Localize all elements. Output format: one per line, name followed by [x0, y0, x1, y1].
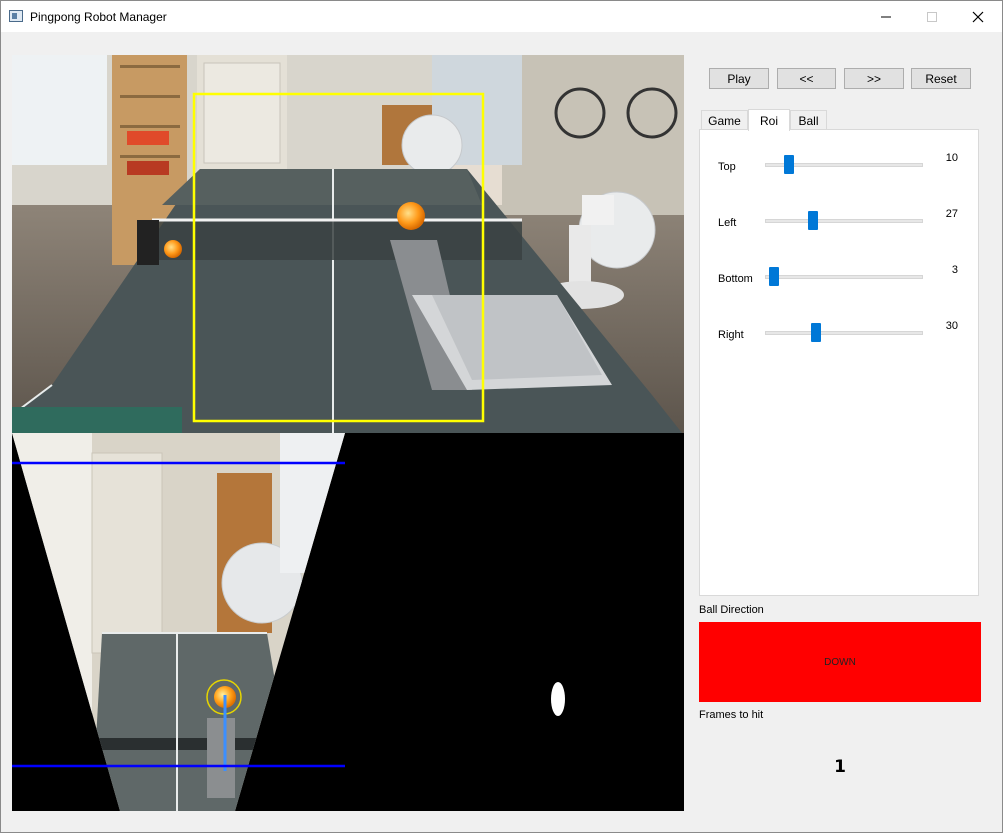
slider-thumb[interactable]	[810, 323, 821, 342]
ball-direction-label: Ball Direction	[699, 604, 764, 616]
maximize-icon	[927, 11, 937, 22]
ball-mask-blob	[551, 682, 565, 716]
slider-value: 3	[951, 264, 958, 276]
slider-track[interactable]	[765, 275, 923, 279]
frames-to-hit-label: Frames to hit	[699, 709, 764, 721]
close-button[interactable]	[955, 1, 1001, 32]
roi-slider-top: Top 10	[700, 152, 980, 192]
video-display	[12, 55, 684, 811]
camera-view	[12, 55, 684, 433]
slider-thumb[interactable]	[769, 267, 780, 286]
warped-view	[12, 433, 684, 811]
frames-to-hit-value: 1	[834, 757, 846, 777]
app-window: Pingpong Robot Manager Play << >> Reset …	[0, 0, 1003, 833]
ball-direction-indicator: DOWN	[699, 622, 981, 702]
tab-game[interactable]: Game	[701, 110, 748, 130]
tab-ball[interactable]: Ball	[790, 110, 827, 130]
slider-thumb[interactable]	[807, 211, 818, 230]
app-window-icon	[9, 10, 23, 22]
window-title: Pingpong Robot Manager	[30, 10, 167, 24]
slider-track[interactable]	[765, 219, 923, 223]
slider-thumb[interactable]	[784, 155, 795, 174]
roi-slider-bottom: Bottom 3	[700, 264, 980, 304]
play-button[interactable]: Play	[709, 68, 769, 89]
minimize-icon	[881, 16, 891, 17]
slider-label: Bottom	[718, 273, 753, 285]
slider-track[interactable]	[765, 331, 923, 335]
roi-slider-right: Right 30	[700, 320, 980, 360]
minimize-button[interactable]	[863, 1, 909, 32]
previous-frame-button[interactable]: <<	[777, 68, 836, 89]
roi-slider-left: Left 27	[700, 208, 980, 248]
maximize-button[interactable]	[909, 1, 955, 32]
tab-roi[interactable]: Roi	[748, 109, 790, 131]
slider-label: Right	[718, 329, 744, 341]
slider-value: 10	[945, 152, 958, 164]
next-frame-button[interactable]: >>	[844, 68, 904, 89]
slider-value: 30	[945, 320, 958, 332]
reset-button[interactable]: Reset	[911, 68, 971, 89]
roi-tab-panel: Top 10 Left 27 Bottom 3 Right 30	[699, 129, 979, 596]
slider-label: Top	[718, 161, 736, 173]
slider-value: 27	[945, 208, 958, 220]
close-icon	[972, 11, 984, 22]
slider-label: Left	[718, 217, 737, 229]
title-bar: Pingpong Robot Manager	[1, 1, 1002, 32]
ball-direction-value: DOWN	[824, 656, 856, 668]
